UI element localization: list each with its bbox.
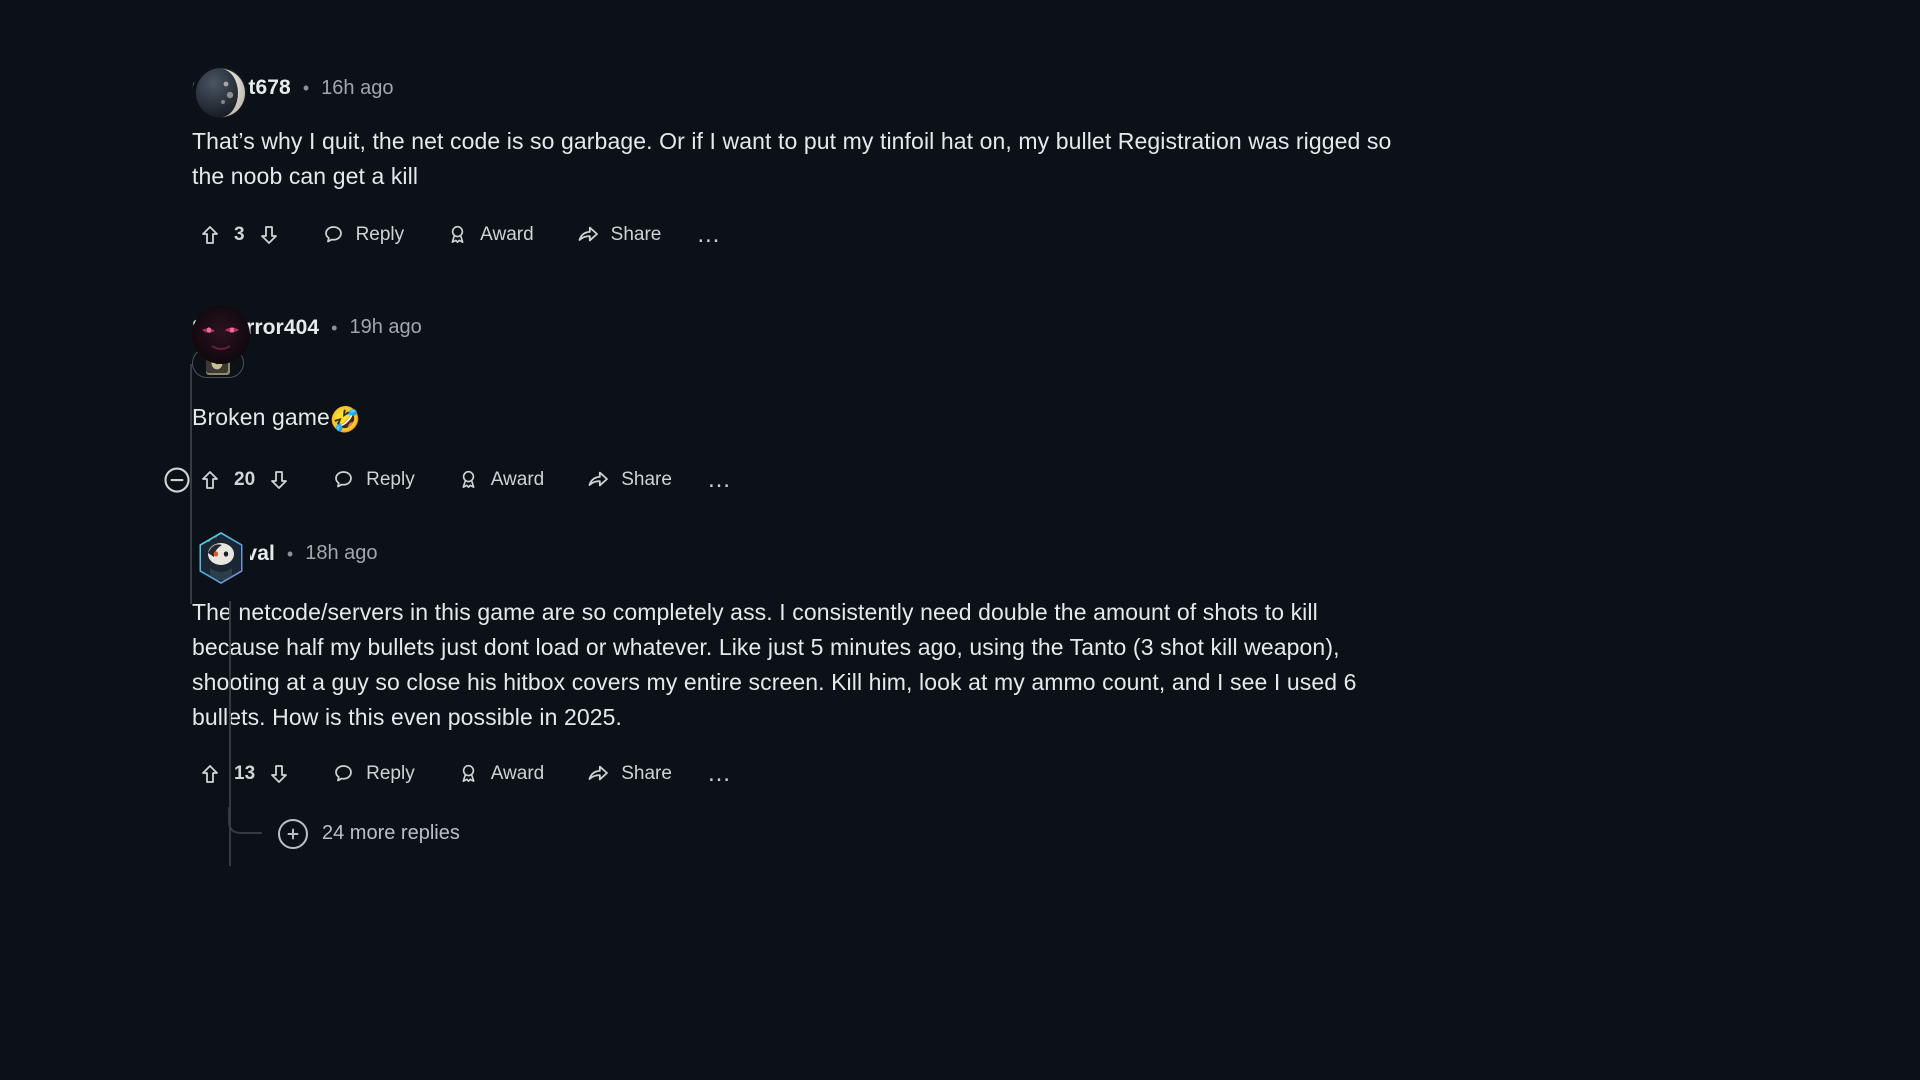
comment-suberror404: SubError404 • 19h ago Broken game🤣 20 Re… <box>0 305 1920 604</box>
award-icon <box>457 468 480 491</box>
award-button[interactable]: Award <box>433 216 547 253</box>
more-replies-button[interactable]: 24 more replies <box>278 818 460 849</box>
more-replies-label: 24 more replies <box>322 822 460 845</box>
comment-header: SirVyval • 18h ago <box>192 529 1920 579</box>
award-button[interactable]: Award <box>444 755 558 792</box>
vote-group: 20 <box>192 462 297 498</box>
comment-header: GohSt678 • 16h ago <box>192 62 1920 114</box>
comment-gohst678: GohSt678 • 16h ago That’s why I quit, th… <box>0 62 1920 264</box>
reply-button[interactable]: Reply <box>309 216 418 253</box>
reply-button[interactable]: Reply <box>319 461 428 498</box>
separator-dot: • <box>286 543 294 564</box>
comment-header: SubError404 • 19h ago <box>192 306 1920 350</box>
award-badge[interactable] <box>192 346 1920 380</box>
comment-body: Broken game🤣 <box>192 400 1407 439</box>
award-button[interactable]: Award <box>444 461 558 498</box>
share-label: Share <box>621 468 672 490</box>
downvote-button[interactable] <box>261 756 297 792</box>
comment-actions: 3 Reply Award Share … <box>192 206 1920 264</box>
reply-label: Reply <box>366 762 415 784</box>
separator-dot: • <box>331 317 338 338</box>
share-icon <box>576 223 600 247</box>
reply-label: Reply <box>355 223 405 245</box>
share-button[interactable]: Share <box>573 461 685 499</box>
vote-count: 20 <box>234 468 256 490</box>
rofl-emoji: 🤣 <box>329 405 362 434</box>
award-label: Award <box>490 762 545 784</box>
collapse-thread-button[interactable] <box>160 463 194 497</box>
share-label: Share <box>610 223 662 245</box>
upvote-button[interactable] <box>192 756 228 792</box>
comment-actions: 20 Reply Award Share … <box>164 451 1920 509</box>
reply-label: Reply <box>366 468 415 490</box>
more-options-button[interactable]: … <box>701 463 739 497</box>
upvote-button[interactable] <box>192 217 228 253</box>
comment-body-text: Broken game <box>192 403 330 430</box>
vote-count: 13 <box>234 762 256 784</box>
downvote-button[interactable] <box>251 217 287 253</box>
avatar-sirvyval[interactable] <box>192 528 250 587</box>
comment-sirvyval: SirVyval • 18h ago The netcode/servers i… <box>0 528 1920 866</box>
avatar-gohst678[interactable] <box>192 64 250 122</box>
share-icon <box>586 468 610 492</box>
downvote-button[interactable] <box>261 462 297 498</box>
more-options-button[interactable]: … <box>701 757 739 791</box>
comment-actions: 13 Reply Award Share … <box>192 745 1920 803</box>
share-label: Share <box>621 762 672 784</box>
share-button[interactable]: Share <box>573 755 685 793</box>
award-label: Award <box>480 223 534 245</box>
upvote-button[interactable] <box>192 462 228 498</box>
vote-group: 3 <box>192 217 287 253</box>
vote-count: 3 <box>234 223 245 245</box>
share-button[interactable]: Share <box>563 216 675 254</box>
timestamp: 18h ago <box>305 542 378 565</box>
avatar-suberror404[interactable] <box>192 305 250 364</box>
timestamp: 19h ago <box>349 316 422 339</box>
timestamp: 16h ago <box>321 76 394 99</box>
award-icon <box>446 223 469 246</box>
separator-dot: • <box>302 78 310 98</box>
comment-body: The netcode/servers in this game are so … <box>192 598 1357 730</box>
plus-icon <box>278 818 308 849</box>
comment-bubble-icon <box>322 223 345 246</box>
award-icon <box>457 762 480 785</box>
comment-thread: GohSt678 • 16h ago That’s why I quit, th… <box>0 0 1920 1080</box>
comment-body: That’s why I quit, the net code is so ga… <box>192 128 1392 189</box>
reply-button[interactable]: Reply <box>319 755 428 792</box>
comment-bubble-icon <box>332 468 355 491</box>
share-icon <box>586 762 610 786</box>
award-label: Award <box>490 468 545 490</box>
more-replies-row: 24 more replies <box>0 806 1920 863</box>
more-options-button[interactable]: … <box>690 218 728 252</box>
vote-group: 13 <box>192 756 297 792</box>
comment-bubble-icon <box>332 762 355 785</box>
